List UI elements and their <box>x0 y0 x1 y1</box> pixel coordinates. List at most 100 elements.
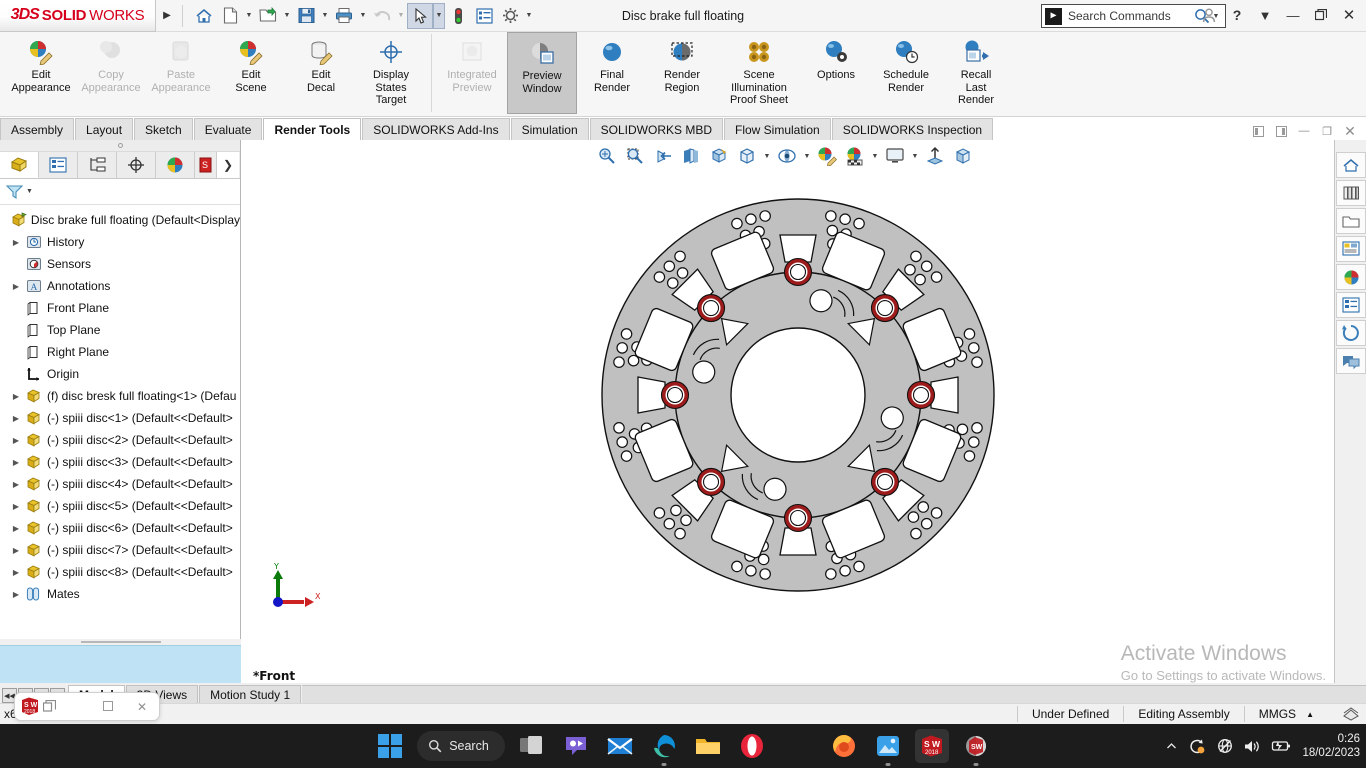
recall-last-render-button[interactable]: Recall Last Render <box>941 32 1011 114</box>
hide-show-caret[interactable]: ▼ <box>802 153 812 160</box>
opera-icon[interactable] <box>735 729 769 763</box>
print-caret[interactable]: ▼ <box>357 12 369 19</box>
status-units-caret-icon[interactable]: ▲ <box>1306 710 1314 719</box>
tree-root-item[interactable]: Disc brake full floating (Default<Displa… <box>2 209 240 231</box>
bottom-tab-motion-study[interactable]: Motion Study 1 <box>199 685 302 703</box>
close-button[interactable]: ✕ <box>1336 3 1362 27</box>
network-no-internet-icon[interactable] <box>1217 738 1233 754</box>
minimize-button[interactable]: — <box>1280 3 1306 27</box>
section-view-icon[interactable] <box>678 144 704 168</box>
tree-item[interactable]: ▶ (-) spiii disc<3> (Default<<Default> <box>2 451 240 473</box>
tab-solidworks-mbd[interactable]: SOLIDWORKS MBD <box>589 118 723 140</box>
tree-item[interactable]: ▶ (-) spiii disc<8> (Default<<Default> <box>2 561 240 583</box>
open-caret[interactable]: ▼ <box>281 12 293 19</box>
tree-item[interactable]: ▶ Mates <box>2 583 240 605</box>
manager-tabs-more-button[interactable]: ❯ <box>217 152 239 178</box>
tree-item[interactable]: ▶ (-) spiii disc<1> (Default<<Default> <box>2 407 240 429</box>
tab-solidworks-addins[interactable]: SOLIDWORKS Add-Ins <box>362 118 510 140</box>
graphics-viewport[interactable]: ▼ ▼ ▼ ▼ Y X *Front Activate Windows Go t… <box>242 140 1334 693</box>
account-icon[interactable] <box>1196 3 1222 27</box>
select-cursor-icon[interactable] <box>407 2 433 29</box>
task-view-icon[interactable] <box>515 729 549 763</box>
save-caret[interactable]: ▼ <box>319 12 331 19</box>
expand-arrow-icon[interactable]: ▶ <box>8 590 24 599</box>
volume-icon[interactable] <box>1244 739 1260 754</box>
configuration-manager-tab[interactable] <box>78 152 117 178</box>
expand-arrow-icon[interactable]: ▶ <box>8 524 24 533</box>
pdm-icon[interactable] <box>1336 320 1366 346</box>
expand-arrow-icon[interactable]: ▶ <box>8 502 24 511</box>
undo-caret[interactable]: ▼ <box>395 12 407 19</box>
scene-illumination-proof-sheet-button[interactable]: Scene Illumination Proof Sheet <box>717 32 801 114</box>
design-library-icon[interactable] <box>1336 180 1366 206</box>
expand-arrow-icon[interactable]: ▶ <box>8 458 24 467</box>
dimxpert-manager-tab[interactable] <box>117 152 156 178</box>
select-caret[interactable]: ▼ <box>433 2 445 29</box>
mail-icon[interactable] <box>603 729 637 763</box>
tree-item[interactable]: Front Plane <box>2 297 240 319</box>
addins-manager-tab[interactable]: S <box>195 152 217 178</box>
expand-arrow-icon[interactable]: ▶ <box>8 238 24 247</box>
tree-item[interactable]: ▶ (f) disc bresk full floating<1> (Defau <box>2 385 240 407</box>
file-properties-icon[interactable] <box>471 3 497 29</box>
tab-solidworks-inspection[interactable]: SOLIDWORKS Inspection <box>831 118 994 140</box>
display-manager-tab[interactable] <box>156 152 195 178</box>
status-overlay-icon[interactable] <box>1328 706 1366 722</box>
options-button[interactable]: Options <box>801 32 871 114</box>
tree-item[interactable]: ▶ (-) spiii disc<4> (Default<<Default> <box>2 473 240 495</box>
tab-evaluate[interactable]: Evaluate <box>193 118 263 140</box>
tree-item[interactable]: Top Plane <box>2 319 240 341</box>
tab-flow-simulation[interactable]: Flow Simulation <box>724 118 831 140</box>
rebuild-icon[interactable] <box>445 3 471 29</box>
tab-sketch[interactable]: Sketch <box>134 118 193 140</box>
zoom-to-fit-icon[interactable] <box>594 144 620 168</box>
battery-charging-icon[interactable] <box>1271 739 1291 753</box>
tree-item[interactable]: ▶ (-) spiii disc<6> (Default<<Default> <box>2 517 240 539</box>
save-icon[interactable] <box>293 3 319 29</box>
display-style-icon[interactable] <box>734 144 760 168</box>
home-icon[interactable] <box>191 3 217 29</box>
new-document-icon[interactable] <box>217 3 243 29</box>
tab-render-tools[interactable]: Render Tools <box>263 118 362 140</box>
firefox-icon[interactable] <box>827 729 861 763</box>
help-caret[interactable]: ▼ <box>1252 3 1278 27</box>
tab-assembly[interactable]: Assembly <box>0 118 75 140</box>
help-button[interactable]: ? <box>1224 3 1250 27</box>
forum-icon[interactable] <box>1336 348 1366 374</box>
keyshot-icon[interactable]: SW <box>959 729 993 763</box>
restore-button[interactable] <box>1308 3 1334 27</box>
expand-arrow-icon[interactable]: ▶ <box>8 546 24 555</box>
hide-show-items-icon[interactable] <box>774 144 800 168</box>
property-manager-tab[interactable] <box>39 152 78 178</box>
tree-item[interactable]: ▶ History <box>2 231 240 253</box>
filter-funnel-icon[interactable] <box>6 184 24 200</box>
file-explorer-icon[interactable] <box>1336 208 1366 234</box>
view-cube-icon[interactable] <box>950 144 976 168</box>
render-region-button[interactable]: Render Region <box>647 32 717 114</box>
expand-arrow-icon[interactable]: ▶ <box>8 568 24 577</box>
display-states-target-button[interactable]: Display States Target <box>356 32 426 114</box>
status-units[interactable]: MMGS ▲ <box>1243 706 1328 722</box>
onedrive-sync-icon[interactable] <box>1189 738 1206 755</box>
microsoft-edge-icon[interactable] <box>647 729 681 763</box>
view-setting-caret[interactable]: ▼ <box>910 153 920 160</box>
tree-item[interactable]: Origin <box>2 363 240 385</box>
photos-icon[interactable] <box>871 729 905 763</box>
taskbar-clock[interactable]: 0:26 18/02/2023 <box>1302 732 1360 760</box>
minimize-doc-icon[interactable]: — <box>1294 122 1314 140</box>
maximize-icon[interactable] <box>91 700 125 714</box>
open-folder-icon[interactable] <box>255 3 281 29</box>
feature-manager-tab[interactable] <box>0 152 39 178</box>
tree-item[interactable]: ▶ A Annotations <box>2 275 240 297</box>
tree-item[interactable]: ▶ (-) spiii disc<7> (Default<<Default> <box>2 539 240 561</box>
solidworks-2018-taskbar-icon[interactable]: S W 2018 <box>914 729 949 763</box>
new-document-caret[interactable]: ▼ <box>243 12 255 19</box>
filter-caret-icon[interactable]: ▼ <box>26 188 33 195</box>
tab-layout[interactable]: Layout <box>75 118 134 140</box>
copy-appearance-button[interactable]: Copy Appearance <box>76 32 146 114</box>
file-explorer-taskbar-icon[interactable] <box>691 729 725 763</box>
expand-arrow-icon[interactable]: ▶ <box>8 282 24 291</box>
options-caret[interactable]: ▼ <box>523 12 535 19</box>
close-doc-icon[interactable]: ✕ <box>1340 122 1360 140</box>
teams-chat-icon[interactable] <box>559 729 593 763</box>
